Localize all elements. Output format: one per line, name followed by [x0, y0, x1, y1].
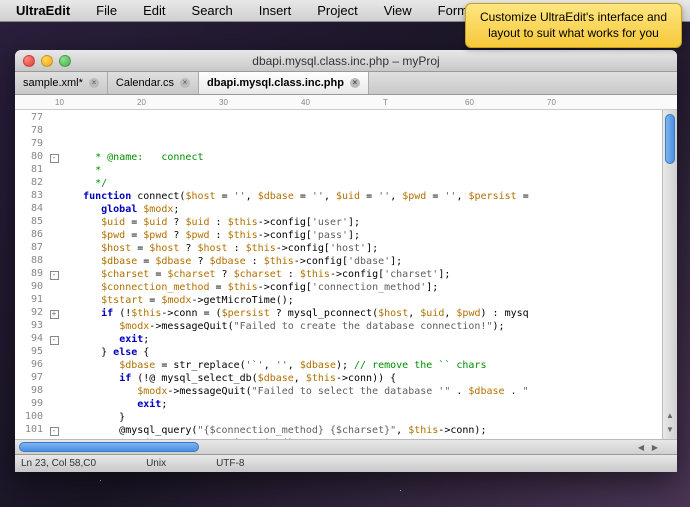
- code-line[interactable]: $modx->messageQuit("Failed to select the…: [65, 385, 662, 398]
- tab-label: sample.xml*: [23, 77, 83, 89]
- tab-label: dbapi.mysql.class.inc.php: [207, 77, 344, 89]
- column-ruler: 10203040T6070: [15, 95, 677, 110]
- code-line[interactable]: @mysql_query("{$connection_method} {$cha…: [65, 424, 662, 437]
- vertical-scrollbar[interactable]: ▲▼: [662, 110, 677, 439]
- menu-search[interactable]: Search: [188, 1, 237, 20]
- line-gutter: 7778798081828384858687888990919293949596…: [15, 110, 47, 439]
- code-line[interactable]: $dbase = str_replace('`', '', $dbase); /…: [65, 359, 662, 372]
- tab-1[interactable]: Calendar.cs ×: [108, 72, 199, 94]
- scroll-up-icon[interactable]: ▲: [663, 411, 677, 425]
- hscroll-thumb[interactable]: [19, 442, 199, 452]
- vscroll-thumb[interactable]: [665, 114, 675, 164]
- editor-area: 7778798081828384858687888990919293949596…: [15, 110, 677, 439]
- titlebar[interactable]: dbapi.mysql.class.inc.php – myProj: [15, 50, 677, 72]
- code-line[interactable]: $modx->messageQuit("Failed to create the…: [65, 320, 662, 333]
- menu-project[interactable]: Project: [313, 1, 361, 20]
- code-line[interactable]: global $modx;: [65, 203, 662, 216]
- code-line[interactable]: exit;: [65, 333, 662, 346]
- code-line[interactable]: } else {: [65, 346, 662, 359]
- code-line[interactable]: if (!@ mysql_select_db($dbase, $this->co…: [65, 372, 662, 385]
- fold-toggle[interactable]: -: [50, 154, 59, 163]
- code-area[interactable]: * @name: connect * */ function connect($…: [61, 110, 662, 439]
- code-line[interactable]: $connection_method = $this->config['conn…: [65, 281, 662, 294]
- menu-view[interactable]: View: [380, 1, 416, 20]
- fold-toggle[interactable]: -: [50, 271, 59, 280]
- code-line[interactable]: }: [65, 411, 662, 424]
- menu-file[interactable]: File: [92, 1, 121, 20]
- code-line[interactable]: $pwd = $pwd ? $pwd : $this->config['pass…: [65, 229, 662, 242]
- scroll-right-icon[interactable]: ▶: [648, 443, 662, 452]
- feature-tooltip: Customize UltraEdit's interface andlayou…: [465, 3, 682, 48]
- app-menu[interactable]: UltraEdit: [12, 1, 74, 20]
- tab-bar: sample.xml*×Calendar.cs×dbapi.mysql.clas…: [15, 72, 677, 95]
- code-line[interactable]: function connect($host = '', $dbase = ''…: [65, 190, 662, 203]
- line-ending: Unix: [146, 458, 166, 469]
- code-line[interactable]: $tstart = $modx->getMicroTime();: [65, 294, 662, 307]
- fold-toggle[interactable]: +: [50, 310, 59, 319]
- code-line[interactable]: $host = $host ? $host : $this->config['h…: [65, 242, 662, 255]
- status-bar: Ln 23, Col 58,C0 Unix UTF-8: [15, 454, 677, 472]
- editor-window: dbapi.mysql.class.inc.php – myProj sampl…: [15, 50, 677, 472]
- fold-toggle[interactable]: -: [50, 427, 59, 436]
- tab-2[interactable]: dbapi.mysql.class.inc.php ×: [199, 72, 369, 94]
- tab-0[interactable]: sample.xml* ×: [15, 72, 108, 94]
- close-icon[interactable]: [23, 55, 35, 67]
- scroll-left-icon[interactable]: ◀: [634, 443, 648, 452]
- menu-edit[interactable]: Edit: [139, 1, 169, 20]
- code-line[interactable]: if (!$this->conn = ($persist ? mysql_pco…: [65, 307, 662, 320]
- cursor-position: Ln 23, Col 58,C0: [21, 458, 96, 469]
- tab-label: Calendar.cs: [116, 77, 174, 89]
- horizontal-scrollbar[interactable]: ◀▶: [15, 439, 677, 454]
- zoom-icon[interactable]: [59, 55, 71, 67]
- window-title: dbapi.mysql.class.inc.php – myProj: [15, 54, 677, 68]
- code-line[interactable]: * @name: connect: [65, 151, 662, 164]
- code-line[interactable]: exit;: [65, 398, 662, 411]
- minimize-icon[interactable]: [41, 55, 53, 67]
- code-line[interactable]: $charset = $charset ? $charset : $this->…: [65, 268, 662, 281]
- code-line[interactable]: $uid = $uid ? $uid : $this->config['user…: [65, 216, 662, 229]
- fold-gutter: - - + - -: [47, 110, 61, 439]
- scroll-down-icon[interactable]: ▼: [663, 425, 677, 439]
- tab-close-icon[interactable]: ×: [350, 78, 360, 88]
- fold-toggle[interactable]: -: [50, 336, 59, 345]
- menu-insert[interactable]: Insert: [255, 1, 296, 20]
- code-line[interactable]: $dbase = $dbase ? $dbase : $this->config…: [65, 255, 662, 268]
- encoding: UTF-8: [216, 458, 244, 469]
- tab-close-icon[interactable]: ×: [180, 78, 190, 88]
- code-line[interactable]: *: [65, 164, 662, 177]
- code-line[interactable]: */: [65, 177, 662, 190]
- tab-close-icon[interactable]: ×: [89, 78, 99, 88]
